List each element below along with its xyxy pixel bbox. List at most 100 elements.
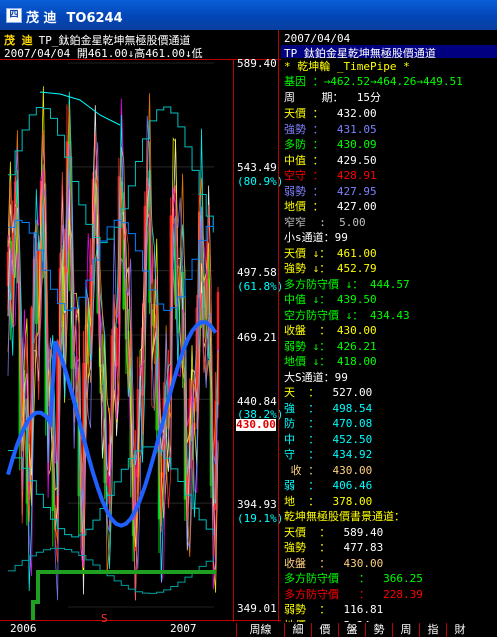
panel-row-label: 天價 ↓： — [284, 247, 337, 260]
y-axis-pct: (19.1%) — [237, 512, 284, 525]
y-axis-label: 394.93 — [237, 498, 277, 511]
panel-row: 防 ： 470.08 — [284, 417, 372, 430]
panel-row: 多方防守價 ： 366.25 — [284, 572, 423, 585]
panel-row: 多方防守價 ↓： 444.57 — [284, 278, 410, 291]
tab-4[interactable]: 勢 — [365, 623, 392, 637]
panel-row-value: 228.39 — [383, 588, 423, 601]
y-axis-label: 469.21 — [237, 331, 277, 344]
panel-date: 2007/04/04 — [284, 32, 351, 45]
panel-row-label: 地 ： — [284, 495, 333, 508]
panel-row-value: 428.91 — [336, 169, 377, 182]
panel-row: 地 ： 378.00 — [284, 495, 372, 508]
panel-row-value: 426.21 — [336, 340, 377, 353]
panel-section-heading: 乾坤無極股價書景通道： — [284, 510, 405, 523]
panel-row-value: 427.95 — [336, 185, 377, 198]
panel-row-value: 452.79 — [336, 262, 377, 275]
panel-row-value: 461.00 — [336, 247, 377, 260]
tab-5[interactable]: 周 — [392, 623, 419, 637]
panel-row-value: 477.83 — [343, 541, 384, 554]
tab-3[interactable]: 盤 — [338, 623, 365, 637]
panel-row: 收 ： 430.00 — [284, 464, 373, 477]
last-price-tag: 430.00 — [236, 418, 276, 431]
panel-title: TP_鈦鉑金星乾坤無極股價通道 — [281, 45, 497, 58]
panel-row-value: 431.05 — [336, 123, 377, 136]
panel-row: 收盤 ： 430.00 — [284, 324, 377, 337]
window-title: 茂 迪 TO6244 — [26, 7, 133, 26]
panel-row-label: 強 ： — [284, 402, 333, 415]
tab-6[interactable]: 指 — [419, 623, 446, 637]
panel-row-value: 432.00 — [336, 107, 377, 120]
tab-2[interactable]: 價 — [311, 623, 338, 637]
panel-row-label: 強勢 ： — [284, 541, 344, 554]
y-axis-label: 497.58 — [237, 266, 277, 279]
panel-row-label: 中值 ↓： — [284, 293, 337, 306]
panel-row-value: 430.09 — [336, 138, 377, 151]
panel-row-label: 中 ： — [284, 433, 333, 446]
panel-row: 多方防守價 ： 228.39 — [284, 588, 423, 601]
y-axis-pct: (80.9%) — [237, 175, 284, 188]
panel-row: 弱 ： 406.46 — [284, 479, 372, 492]
x-axis-label: 2007 — [170, 622, 197, 635]
tab-1[interactable]: 細 — [284, 623, 311, 637]
panel-row: 中值 ↓： 439.50 — [284, 293, 377, 306]
panel-row-value: 439.50 — [336, 293, 377, 306]
panel-row: 弱勢 ↓： 426.21 — [284, 340, 377, 353]
panel-row-value: 430.00 — [332, 464, 373, 477]
panel-row-value: 430.00 — [336, 324, 377, 337]
x-axis-label: 2006 — [10, 622, 37, 635]
panel-row-label: 收 ： — [284, 464, 333, 477]
panel-row: 天價 ： 432.00 — [284, 107, 377, 120]
panel-row-label: 多方防守價 ↓： — [284, 278, 370, 291]
panel-row-label: 空方防守價 ↓： — [284, 309, 370, 322]
panel-gene: 基因 ：→462.52→464.26→449.51 — [284, 75, 463, 88]
panel-row-label: 弱勢 ↓： — [284, 340, 337, 353]
panel-row: 天價 ↓： 461.00 — [284, 247, 377, 260]
y-axis-label: 440.84 — [237, 395, 277, 408]
panel-section-heading: 窄窄 : 5.00 — [284, 216, 366, 229]
price-chart[interactable]: S — [0, 30, 281, 622]
title-stock-code: TO6244 — [66, 11, 123, 26]
panel-row: 天價 ： 589.40 — [284, 526, 383, 539]
title-stock-name: 茂 迪 — [26, 11, 57, 26]
panel-section-heading: 小s通道：99 — [284, 231, 348, 244]
panel-row-value: 434.43 — [369, 309, 410, 322]
panel-row-label: 弱 ： — [284, 479, 333, 492]
panel-row-value: 498.54 — [332, 402, 373, 415]
panel-row-value: 444.57 — [369, 278, 410, 291]
panel-row-label: 收盤 ： — [284, 557, 344, 570]
panel-row-value: 430.00 — [343, 557, 384, 570]
y-axis-label: 543.49 — [237, 161, 277, 174]
panel-row-label: 空守 ： — [284, 169, 337, 182]
panel-row-label: 守 ： — [284, 448, 333, 461]
panel-row: 弱勢 ： 427.95 — [284, 185, 377, 198]
panel-row-label: 多方防守價 ： — [284, 588, 384, 601]
panel-row-value: 406.46 — [332, 479, 373, 492]
panel-row-label: 地價 ↓： — [284, 355, 337, 368]
panel-row: 中值 ： 429.50 — [284, 154, 377, 167]
panel-row-label: 收盤 ： — [284, 324, 337, 337]
panel-row-value: 589.40 — [343, 526, 384, 539]
tab-0[interactable]: 周線 — [236, 623, 284, 637]
tab-7[interactable]: 財 — [446, 623, 473, 637]
panel-section-timepipe: * 乾坤輪 _TimePipe * — [284, 60, 410, 73]
panel-row: 強勢 ↓： 452.79 — [284, 262, 377, 275]
panel-row-value: 429.50 — [336, 154, 377, 167]
panel-row: 中 ： 452.50 — [284, 433, 372, 446]
panel-row: 強勢 ： 431.05 — [284, 123, 377, 136]
panel-row-label: 多防 ： — [284, 138, 337, 151]
panel-row-value: 470.08 — [332, 417, 373, 430]
y-axis-pct: (61.8%) — [237, 280, 284, 293]
panel-period: 周 期： 15分 — [284, 91, 381, 104]
panel-row-label: 天價 ： — [284, 526, 344, 539]
panel-row: 空方防守價 ↓： 434.43 — [284, 309, 410, 322]
y-axis-label: 349.01 — [237, 602, 277, 615]
panel-row: 守 ： 434.92 — [284, 448, 372, 461]
panel-row-label: 多方防守價 ： — [284, 572, 384, 585]
panel-row: 地價 ↓： 418.00 — [284, 355, 377, 368]
panel-row-value: 527.00 — [332, 386, 373, 399]
app-icon[interactable]: 四 — [6, 8, 22, 23]
panel-row-label: 弱勢 ： — [284, 603, 344, 616]
panel-section-heading: 大S通道：99 — [284, 371, 348, 384]
panel-row: 多防 ： 430.09 — [284, 138, 377, 151]
window-titlebar[interactable]: 四 茂 迪 TO6244 — [0, 0, 497, 30]
